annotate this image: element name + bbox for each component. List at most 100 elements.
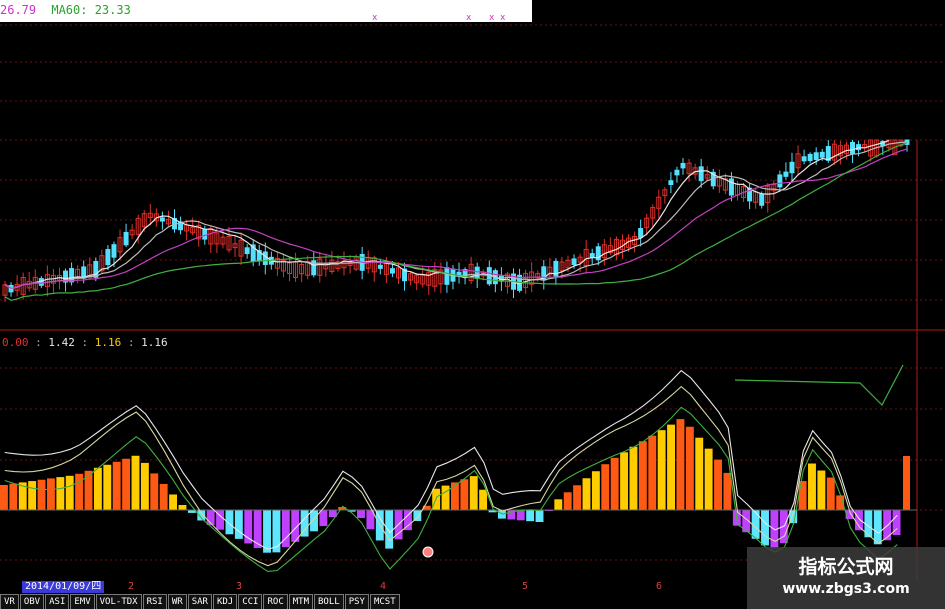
macd-bar [601,464,610,510]
macd-bar [657,430,666,510]
candle-body [813,152,819,160]
tab-mcst[interactable]: MCST [369,594,400,609]
date-tick: 6 [656,581,663,592]
macd-bar [65,475,74,510]
indicator-value-1: 0.00 [2,336,29,349]
tab-wr[interactable]: WR [167,594,187,609]
candle-body [674,169,680,176]
signal-marker: x [500,13,506,23]
macd-bar [610,457,619,510]
macd-bar [704,448,713,510]
macd-bar [103,464,112,510]
candle-body [474,266,480,279]
macd-bar [826,477,835,510]
tab-rsi[interactable]: RSI [142,594,167,609]
tab-psy[interactable]: PSY [344,594,369,609]
macd-bar [75,473,84,510]
macd-bar [84,470,93,510]
candle-body [123,231,129,246]
tab-kdj[interactable]: KDJ [212,594,238,609]
macd-bar [526,510,535,522]
macd-bar [685,426,694,510]
macd-bar [169,494,178,510]
candle-body [244,247,250,255]
date-tick: 2 [128,581,135,592]
candle-body [111,244,117,258]
candle-body [389,268,395,274]
signal-marker: x [372,13,378,23]
macd-bar [808,463,816,510]
macd-bar [620,452,629,510]
indicator-value-4: 1.16 [141,336,168,349]
macd-bar [798,481,807,510]
signal-marker: x [466,13,472,23]
candle-body [789,161,795,174]
candle-body [819,151,825,158]
macd-bar [441,485,450,510]
candle-body [759,193,765,206]
macd-bar [460,479,469,510]
macd-bar [667,424,675,510]
macd-bar [272,510,281,553]
watermark-url: www.zbgs3.com [782,581,910,597]
candle-body [807,153,813,162]
macd-bar [479,489,488,510]
macd-bar [0,485,8,510]
macd-bar [178,505,187,510]
date-tick: 4 [380,581,387,592]
macd-bar [554,499,563,510]
indicator-value-3: 1.16 [94,336,122,349]
macd-bar [629,446,638,510]
chart-stage[interactable]: 26.79 MA60: 23.33 x x x x 0.00 : 1.42 : … [0,0,945,609]
ma-partial-value: 26.79 [0,3,37,17]
macd-bar [723,472,732,510]
ma60-value: MA60: 23.33 [51,3,131,17]
tab-vol-tdx[interactable]: VOL-TDX [95,594,142,609]
tab-cci[interactable]: CCI [238,594,263,609]
macd-bar [516,510,525,521]
candle-body [202,228,208,240]
macd-bar [46,478,55,510]
candle-body [783,171,789,177]
macd-bar [150,473,159,510]
tab-vr[interactable]: VR [0,594,19,609]
candle-body [589,253,595,258]
candle-body [777,174,783,188]
macd-bar [563,492,572,510]
macd-bar [56,477,65,510]
site-watermark: 指标公式网 www.zbgs3.com [747,547,945,609]
indicator-value-2: 1.42 [48,336,75,349]
tab-emv[interactable]: EMV [70,594,95,609]
signal-line-tail [734,364,904,407]
tab-sar[interactable]: SAR [187,594,212,609]
macd-bar [638,441,647,510]
macd-bar [310,510,318,532]
candle-body [571,258,577,266]
candle-body [680,162,686,169]
macd-bar [413,510,422,521]
date-tick: 3 [236,581,243,592]
macd-bar [497,510,506,519]
cursor-date-label: 2014/01/09/四 [22,581,105,593]
tab-boll[interactable]: BOLL [314,594,344,609]
watermark-title: 指标公式网 [798,556,894,578]
macd-bar [37,479,46,510]
price-and-indicator-chart[interactable] [0,0,945,580]
macd-bar [357,510,365,518]
date-tick: 5 [522,581,529,592]
macd-bar [263,510,271,553]
macd-bar [761,510,769,546]
candle-body [698,166,704,182]
macd-bar [695,437,704,510]
macd-bar [122,458,131,510]
candle-body [377,264,383,269]
cursor-point [422,546,434,558]
macd-bar [573,485,582,510]
tab-mtm[interactable]: MTM [288,594,314,609]
macd-bar [817,470,826,510]
candle-body [262,251,268,265]
tab-asi[interactable]: ASI [45,594,70,609]
macd-bar [855,510,863,531]
tab-obv[interactable]: OBV [19,594,45,609]
tab-roc[interactable]: ROC [263,594,288,609]
